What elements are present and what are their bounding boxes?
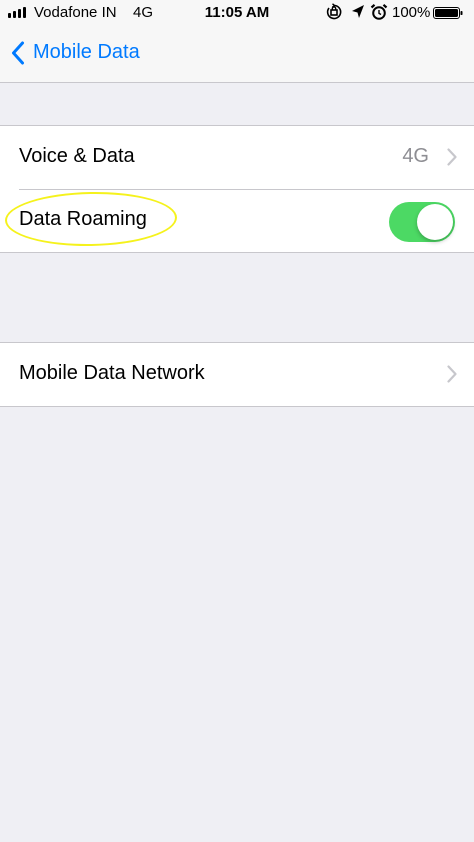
mobile-data-network-label: Mobile Data Network <box>19 362 205 384</box>
orientation-lock-icon <box>326 3 342 20</box>
mobile-data-network-row[interactable]: Mobile Data Network <box>0 343 474 406</box>
battery-percent: 100% <box>392 4 431 21</box>
status-bar: Vodafone IN 4G 11:05 AM 100% <box>0 0 474 26</box>
location-arrow-icon <box>352 5 364 18</box>
cellular-settings-group: Voice & Data 4G Data Roaming <box>0 125 474 253</box>
battery-icon <box>433 7 463 19</box>
chevron-right-icon <box>447 148 457 166</box>
voice-and-data-label: Voice & Data <box>19 145 135 167</box>
data-roaming-toggle[interactable] <box>389 202 455 242</box>
data-roaming-row: Data Roaming <box>0 189 474 252</box>
toggle-knob <box>417 204 453 240</box>
top-bar: Vodafone IN 4G 11:05 AM 100% Mobile Data <box>0 0 474 83</box>
voice-and-data-value: 4G <box>402 145 429 167</box>
data-roaming-label: Data Roaming <box>19 208 147 230</box>
chevron-left-icon <box>12 41 24 65</box>
network-settings-group: Mobile Data Network <box>0 342 474 407</box>
alarm-clock-icon <box>370 3 388 20</box>
back-button-label: Mobile Data <box>33 41 140 63</box>
chevron-right-icon <box>447 365 457 383</box>
voice-and-data-row[interactable]: Voice & Data 4G <box>0 126 474 189</box>
